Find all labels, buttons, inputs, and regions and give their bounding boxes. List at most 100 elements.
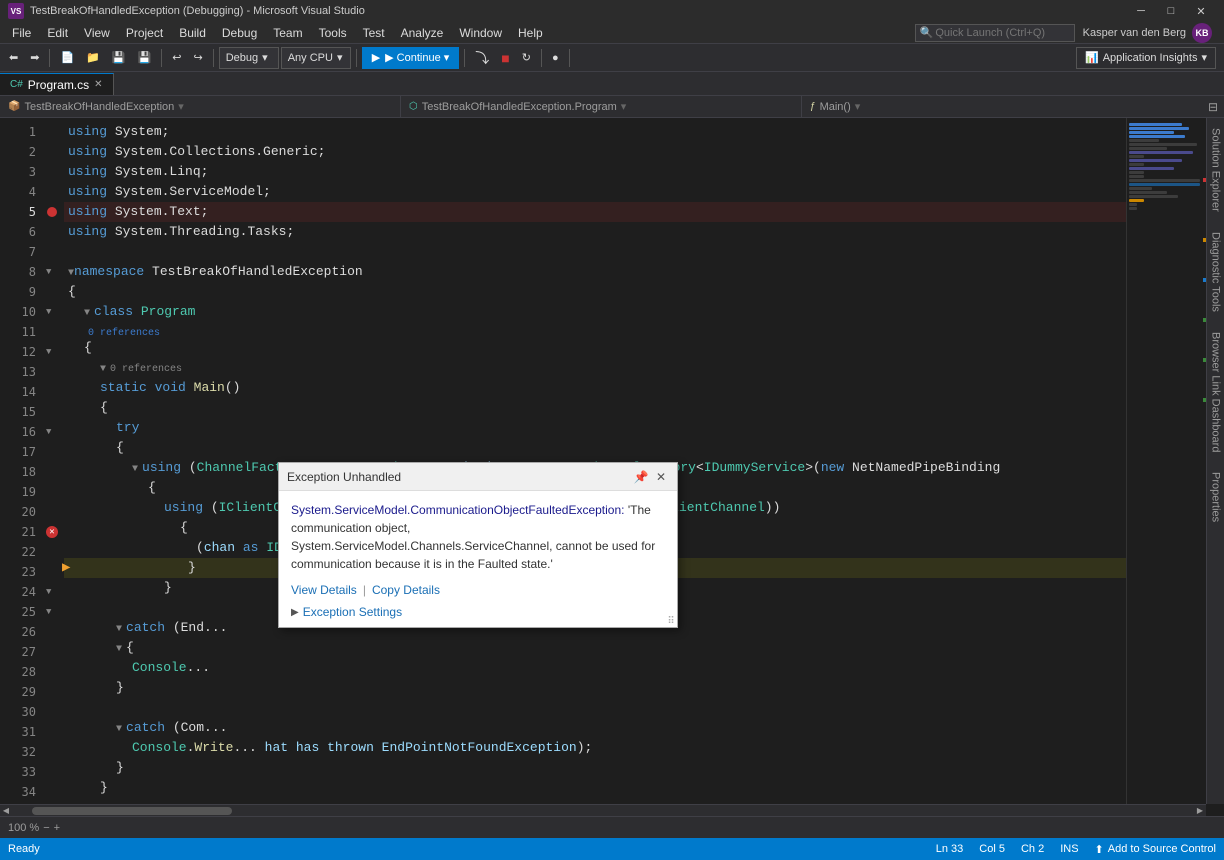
zoom-decrease-button[interactable]: −	[43, 822, 49, 834]
exception-breakpoint-icon[interactable]: ✕	[46, 526, 58, 538]
menu-build[interactable]: Build	[171, 22, 214, 44]
continue-button[interactable]: ▶▶ Continue▾	[362, 47, 460, 69]
code-line-27: }	[64, 678, 1126, 698]
code-line-2: using System.Collections.Generic;	[64, 142, 1126, 162]
save-all-button[interactable]: 💾	[133, 47, 157, 69]
menu-analyze[interactable]: Analyze	[393, 22, 452, 44]
open-button[interactable]: 📁	[81, 47, 105, 69]
user-name: Kasper van den Berg	[1083, 27, 1186, 39]
project-breadcrumb[interactable]: 📦 TestBreakOfHandledException ▾	[0, 96, 401, 117]
back-button[interactable]: ⬅	[4, 47, 23, 69]
ref-line-10: 0 references	[64, 322, 1126, 338]
code-line-31: }	[64, 758, 1126, 778]
app-insights-button[interactable]: 📊 Application Insights ▾	[1076, 47, 1216, 69]
stop-button[interactable]: ■	[496, 47, 514, 69]
code-line-32: }	[64, 778, 1126, 798]
code-line-6: using System.Threading.Tasks;	[64, 222, 1126, 242]
user-avatar[interactable]: KB	[1192, 23, 1212, 43]
zoom-increase-button[interactable]: +	[54, 822, 60, 834]
menu-window[interactable]: Window	[451, 22, 510, 44]
code-line-25: ▼{	[64, 638, 1126, 658]
quick-launch-input[interactable]	[933, 27, 1063, 39]
code-line-13: {	[64, 398, 1126, 418]
menu-edit[interactable]: Edit	[39, 22, 76, 44]
breakpoints-button[interactable]: ●	[547, 47, 564, 69]
status-ins[interactable]: INS	[1060, 843, 1078, 855]
tab-program-cs[interactable]: C# Program.cs ✕	[0, 73, 114, 95]
search-icon: 🔍	[920, 26, 934, 39]
code-line-1: using System;	[64, 122, 1126, 142]
exception-settings-label: Exception Settings	[303, 605, 402, 619]
menu-debug[interactable]: Debug	[214, 22, 265, 44]
maximize-button[interactable]: □	[1156, 0, 1186, 22]
redo-button[interactable]: ↪	[188, 47, 207, 69]
code-line-26: Console...	[64, 658, 1126, 678]
undo-button[interactable]: ↩	[167, 47, 186, 69]
zoom-value: 100 %	[8, 822, 39, 834]
diagnostic-tools-tab[interactable]: Diagnostic Tools	[1208, 222, 1224, 322]
resize-handle[interactable]: ⠿	[665, 615, 677, 627]
status-ready: Ready	[8, 843, 40, 855]
code-line-28	[64, 698, 1126, 718]
collapse-all-button[interactable]: ⊟	[1202, 96, 1224, 118]
code-line-30: Console.Write... hat has thrown EndPoint…	[64, 738, 1126, 758]
exception-settings[interactable]: ▶ Exception Settings	[279, 601, 677, 627]
code-line-5: using System.Text;	[64, 202, 1126, 222]
title-bar: VS TestBreakOfHandledException (Debuggin…	[0, 0, 1224, 22]
pin-icon[interactable]: 📌	[633, 469, 649, 485]
save-button[interactable]: 💾	[107, 47, 131, 69]
debug-mode-dropdown[interactable]: Debug▾	[219, 47, 279, 69]
new-file-button[interactable]: 📄	[55, 47, 79, 69]
add-source-control-button[interactable]: ⬆ Add to Source Control	[1095, 843, 1216, 856]
menu-bar: File Edit View Project Build Debug Team …	[0, 22, 1224, 44]
code-line-12: ▼0 references	[64, 358, 1126, 378]
code-gutter: ▼ ▼ ▼ ▼	[44, 118, 60, 804]
code-line-11: {	[64, 338, 1126, 358]
restart-button[interactable]: ↻	[517, 47, 536, 69]
menu-team[interactable]: Team	[265, 22, 310, 44]
code-line-8: ▼namespace TestBreakOfHandledException	[64, 262, 1126, 282]
menu-view[interactable]: View	[76, 22, 118, 44]
link-separator: |	[363, 583, 366, 597]
status-line[interactable]: Ln 33	[936, 843, 964, 855]
platform-dropdown[interactable]: Any CPU▾	[281, 47, 351, 69]
exception-links: View Details | Copy Details	[279, 579, 677, 601]
code-line-9: {	[64, 282, 1126, 302]
minimap	[1126, 118, 1206, 804]
view-details-link[interactable]: View Details	[291, 583, 357, 597]
solution-explorer-tab[interactable]: Solution Explorer	[1208, 118, 1224, 222]
menu-file[interactable]: File	[4, 22, 39, 44]
exception-dialog: Exception Unhandled 📌 ✕ System.ServiceMo…	[278, 462, 678, 628]
status-col[interactable]: Col 5	[979, 843, 1005, 855]
class-breadcrumb[interactable]: ⬡ TestBreakOfHandledException.Program ▾	[401, 96, 802, 117]
code-lines[interactable]: using System; using System.Collections.G…	[60, 118, 1126, 804]
file-icon: C#	[10, 79, 23, 90]
close-button[interactable]: ✕	[1186, 0, 1216, 22]
browser-link-tab[interactable]: Browser Link Dashboard	[1208, 322, 1224, 462]
exception-dialog-title: Exception Unhandled	[287, 470, 401, 484]
menu-test[interactable]: Test	[355, 22, 393, 44]
app-insights-icon: 📊	[1085, 51, 1099, 64]
copy-details-link[interactable]: Copy Details	[372, 583, 440, 597]
right-panel: Solution Explorer Diagnostic Tools Brows…	[1206, 118, 1224, 804]
tab-close-icon[interactable]: ✕	[94, 79, 102, 90]
minimize-button[interactable]: ─	[1126, 0, 1156, 22]
horizontal-scrollbar[interactable]: ◀ ▶	[0, 804, 1206, 816]
step-over-button[interactable]: ⤵	[470, 47, 494, 69]
menu-help[interactable]: Help	[510, 22, 551, 44]
code-editor[interactable]: 1 2 3 4 5 6 7 8 9 10 11 12 13 14	[0, 118, 1206, 804]
location-bar: 📦 TestBreakOfHandledException ▾ ⬡ TestBr…	[0, 96, 1224, 118]
status-bar: Ready Ln 33 Col 5 Ch 2 INS ⬆ Add to Sour…	[0, 838, 1224, 860]
method-breadcrumb[interactable]: ƒ Main() ▾	[802, 96, 1202, 117]
breakpoint-line5[interactable]	[47, 207, 57, 217]
exception-message: System.ServiceModel.CommunicationObjectF…	[291, 501, 665, 573]
code-line-4: using System.ServiceModel;	[64, 182, 1126, 202]
exception-type-name: System.ServiceModel.CommunicationObjectF…	[291, 503, 624, 517]
properties-tab[interactable]: Properties	[1208, 462, 1224, 532]
title-text: TestBreakOfHandledException (Debugging) …	[30, 5, 365, 17]
status-ch[interactable]: Ch 2	[1021, 843, 1044, 855]
menu-project[interactable]: Project	[118, 22, 171, 44]
exception-close-button[interactable]: ✕	[653, 469, 669, 485]
forward-button[interactable]: ➡	[25, 47, 44, 69]
menu-tools[interactable]: Tools	[311, 22, 355, 44]
